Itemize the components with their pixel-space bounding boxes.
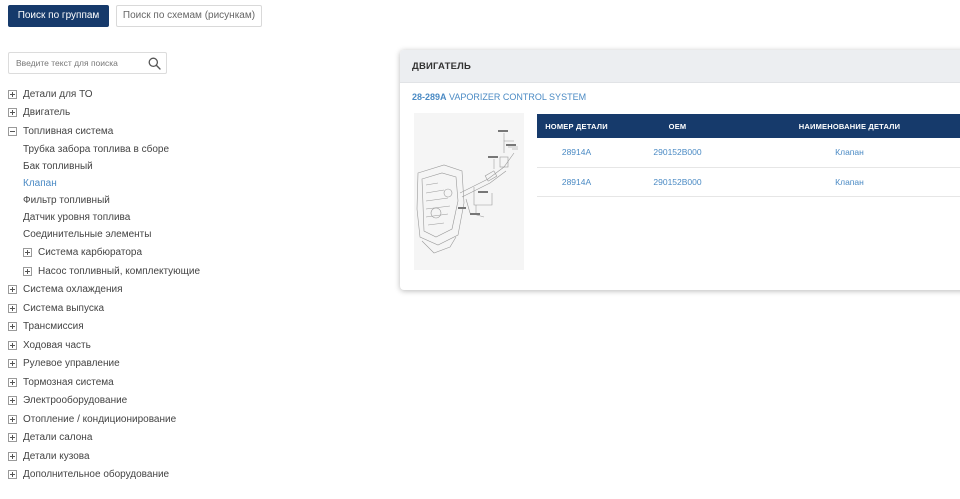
tree-item-label[interactable]: Система охлаждения	[23, 284, 123, 295]
tree-item-label[interactable]: Рулевое управление	[23, 358, 120, 369]
expand-toggle-icon[interactable]	[23, 266, 32, 276]
tree-item-label[interactable]: Система карбюратора	[38, 247, 142, 258]
oem-cell[interactable]: 290152B000	[616, 138, 739, 168]
tree-item[interactable]: Рулевое управление	[8, 355, 120, 373]
tree-item[interactable]: Детали для ТО	[8, 85, 93, 103]
expand-toggle-icon[interactable]	[8, 377, 17, 387]
tab-search-by-groups[interactable]: Поиск по группам	[8, 5, 109, 27]
oem-cell[interactable]: 290152B000	[616, 167, 739, 197]
tree-item[interactable]: Датчик уровня топлива	[23, 209, 130, 227]
tree-item-label[interactable]: Фильтр топливный	[23, 195, 110, 206]
search-icon[interactable]	[148, 57, 161, 70]
tree-item-label[interactable]: Детали салона	[23, 432, 92, 443]
tree-item-label[interactable]: Тормозная система	[23, 377, 114, 388]
tree-item-label[interactable]: Датчик уровня топлива	[23, 212, 130, 223]
tree-item[interactable]: Ходовая часть	[8, 336, 91, 354]
tree-item-label[interactable]: Система выпуска	[23, 303, 104, 314]
column-header-part-name[interactable]: НАИМЕНОВАНИЕ ДЕТАЛИ	[739, 114, 960, 138]
tree-item-label[interactable]: Ходовая часть	[23, 340, 91, 351]
expand-toggle-icon[interactable]	[8, 470, 17, 479]
tree-item[interactable]: Детали салона	[8, 429, 92, 447]
expand-toggle-icon[interactable]	[23, 248, 32, 257]
table-row[interactable]: 28914A 290152B000 Клапан	[537, 167, 960, 197]
search-mode-tabs: Поиск по группам Поиск по схемам (рисунк…	[8, 5, 262, 27]
tree-item[interactable]: Бак топливный	[23, 157, 93, 175]
column-header-oem[interactable]: OEM	[616, 114, 739, 138]
engine-diagram-illustration	[416, 130, 518, 254]
expand-toggle-icon[interactable]	[8, 285, 17, 294]
expand-toggle-icon[interactable]	[8, 451, 17, 461]
part-number-cell[interactable]: 28914A	[537, 138, 616, 168]
tree-item[interactable]: Система выпуска	[8, 299, 104, 317]
tree-item-label[interactable]: Топливная система	[23, 126, 113, 137]
tree-item[interactable]: Электрооборудование	[8, 392, 127, 410]
parts-table-header: НОМЕР ДЕТАЛИ OEM НАИМЕНОВАНИЕ ДЕТАЛИ	[537, 114, 960, 138]
expand-toggle-icon[interactable]	[8, 414, 17, 424]
scheme-card: ДВИГАТЕЛЬ 28-289A VAPORIZER CONTROL SYST…	[400, 50, 960, 290]
tree-item[interactable]: Система охлаждения	[8, 281, 123, 299]
tree-item-label[interactable]: Детали кузова	[23, 451, 90, 462]
tree-search-box	[8, 52, 167, 74]
tree-item[interactable]: Двигатель	[8, 104, 70, 122]
tree-item-label[interactable]: Дополнительное оборудование	[23, 469, 169, 480]
expand-toggle-icon[interactable]	[8, 89, 17, 99]
tree-item[interactable]: Трансмиссия	[8, 318, 84, 336]
collapse-toggle-icon[interactable]	[8, 126, 17, 136]
expand-toggle-icon[interactable]	[8, 322, 17, 331]
scheme-diagram-image[interactable]	[414, 113, 524, 270]
card-title: ДВИГАТЕЛЬ	[400, 50, 960, 83]
parts-table: НОМЕР ДЕТАЛИ OEM НАИМЕНОВАНИЕ ДЕТАЛИ 289…	[537, 114, 960, 197]
tab-search-by-schemes[interactable]: Поиск по схемам (рисункам)	[116, 5, 262, 27]
tree-item-label[interactable]: Насос топливный, комплектующие	[38, 266, 200, 277]
part-name-cell[interactable]: Клапан	[739, 167, 960, 197]
tree-item-label[interactable]: Электрооборудование	[23, 395, 127, 406]
tree-item-label[interactable]: Трансмиссия	[23, 321, 84, 332]
expand-toggle-icon[interactable]	[8, 303, 17, 313]
tree-item-label[interactable]: Двигатель	[23, 107, 70, 118]
tree-item-label[interactable]: Отопление / кондиционирование	[23, 414, 176, 425]
tree-item-label[interactable]: Детали для ТО	[23, 89, 93, 100]
tree-item[interactable]: Дополнительное оборудование	[8, 466, 169, 484]
tree-item[interactable]: Насос топливный, комплектующие	[23, 262, 200, 280]
scheme-name[interactable]: VAPORIZER CONTROL SYSTEM	[449, 92, 586, 102]
tree-item[interactable]: Клапан	[23, 175, 57, 193]
scheme-code[interactable]: 28-289A	[412, 92, 447, 102]
tree-item[interactable]: Система карбюратора	[23, 244, 142, 262]
column-header-part-number[interactable]: НОМЕР ДЕТАЛИ	[537, 114, 616, 138]
expand-toggle-icon[interactable]	[8, 359, 17, 368]
tree-item[interactable]: Топливная система	[8, 122, 113, 140]
tree-item-label[interactable]: Соединительные элементы	[23, 229, 151, 240]
tree-search-input[interactable]	[16, 53, 146, 73]
tree-item[interactable]: Отопление / кондиционирование	[8, 410, 176, 428]
tree-item-label[interactable]: Бак топливный	[23, 161, 93, 172]
tree-item-label[interactable]: Клапан	[23, 178, 57, 189]
tree-item[interactable]: Тормозная система	[8, 373, 114, 391]
expand-toggle-icon[interactable]	[8, 340, 17, 350]
tree-item[interactable]: Фильтр топливный	[23, 192, 110, 210]
scheme-title[interactable]: 28-289A VAPORIZER CONTROL SYSTEM	[412, 92, 586, 102]
expand-toggle-icon[interactable]	[8, 433, 17, 442]
part-name-cell[interactable]: Клапан	[739, 138, 960, 168]
part-number-cell[interactable]: 28914A	[537, 167, 616, 197]
expand-toggle-icon[interactable]	[8, 396, 17, 405]
table-row[interactable]: 28914A 290152B000 Клапан	[537, 138, 960, 168]
tree-item[interactable]: Детали кузова	[8, 447, 90, 465]
tree-item-label[interactable]: Трубка забора топлива в сборе	[23, 144, 169, 155]
expand-toggle-icon[interactable]	[8, 108, 17, 117]
tree-item[interactable]: Соединительные элементы	[23, 226, 151, 244]
tree-item[interactable]: Трубка забора топлива в сборе	[23, 140, 169, 158]
